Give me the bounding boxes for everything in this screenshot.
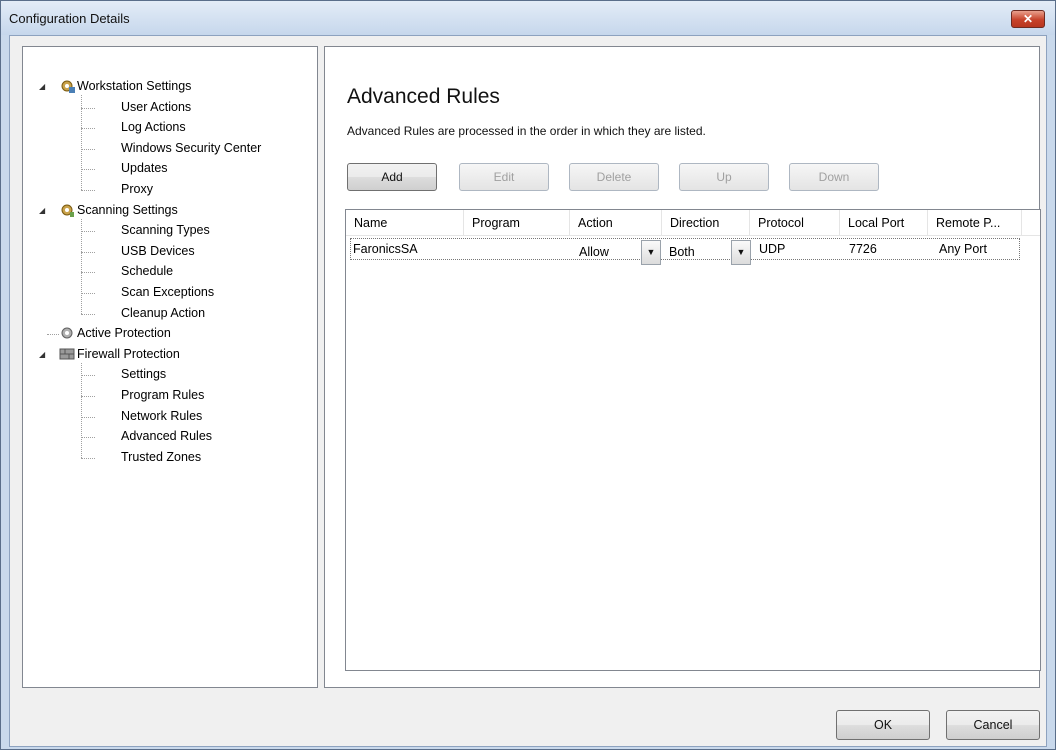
- tree-item-program-rules[interactable]: Program Rules: [121, 386, 204, 405]
- tree-item-schedule[interactable]: Schedule: [121, 262, 173, 281]
- tree-connector: [81, 218, 82, 314]
- tree-item-network-rules[interactable]: Network Rules: [121, 407, 202, 426]
- tree-connector: [81, 457, 95, 459]
- cancel-button[interactable]: Cancel: [946, 710, 1040, 740]
- ok-button[interactable]: OK: [836, 710, 930, 740]
- cell-action[interactable]: Allow: [579, 242, 609, 264]
- tree-item-scan-exceptions[interactable]: Scan Exceptions: [121, 283, 214, 302]
- tree-item-updates[interactable]: Updates: [121, 159, 168, 178]
- cell-direction[interactable]: Both: [669, 242, 695, 264]
- delete-button-label: Delete: [596, 170, 632, 184]
- action-dropdown-button[interactable]: ▼: [641, 240, 661, 265]
- tree-connector: [81, 148, 95, 150]
- cell-local-port[interactable]: 7726: [849, 239, 877, 261]
- tree-group-workstation-settings[interactable]: Workstation Settings: [77, 77, 191, 96]
- tree-connector: [81, 362, 82, 458]
- tree-group-scanning-settings[interactable]: Scanning Settings: [77, 201, 178, 220]
- tree-connector: [81, 128, 95, 130]
- active-protection-icon: [59, 325, 75, 341]
- tree-item-scanning-types[interactable]: Scanning Types: [121, 221, 210, 240]
- tree-connector: [81, 251, 95, 253]
- tree-connector: [81, 375, 95, 377]
- tree-connector: [81, 107, 95, 109]
- tree-item-settings[interactable]: Settings: [121, 365, 166, 384]
- tree-item-user-actions[interactable]: User Actions: [121, 98, 191, 117]
- settings-tree: ◢ Workstation Settings User Actions Log Act…: [22, 46, 318, 688]
- tree-connector: [81, 396, 95, 397]
- title-bar[interactable]: Configuration Details ✕: [1, 1, 1055, 35]
- tree-connector: [81, 272, 95, 274]
- edit-button[interactable]: Edit: [459, 163, 549, 191]
- tree-connector: [81, 293, 95, 294]
- column-header-local-port[interactable]: Local Port: [840, 210, 928, 236]
- tree-item-windows-security-center[interactable]: Windows Security Center: [121, 139, 261, 158]
- cell-protocol[interactable]: UDP: [759, 239, 785, 261]
- tree-connector: [81, 95, 82, 190]
- cell-remote-port[interactable]: Any Port: [939, 239, 987, 261]
- firewall-brick-icon: [59, 346, 75, 362]
- window-title: Configuration Details: [9, 11, 130, 26]
- tree-item-cleanup-action[interactable]: Cleanup Action: [121, 304, 205, 323]
- scanning-gear-icon: [59, 202, 75, 218]
- tree-group-active-protection[interactable]: Active Protection: [77, 324, 171, 343]
- down-button-label: Down: [818, 170, 850, 184]
- advanced-rules-panel: Advanced Rules Advanced Rules are proces…: [324, 46, 1041, 688]
- edit-button-label: Edit: [493, 170, 515, 184]
- grid-header: Name Program Action Direction Protocol L…: [346, 210, 1040, 236]
- tree-group-firewall-protection[interactable]: Firewall Protection: [77, 345, 180, 364]
- column-header-action[interactable]: Action: [570, 210, 662, 236]
- tree-item-trusted-zones[interactable]: Trusted Zones: [121, 448, 201, 467]
- down-button[interactable]: Down: [789, 163, 879, 191]
- tree-item-usb-devices[interactable]: USB Devices: [121, 242, 195, 261]
- column-header-name[interactable]: Name: [346, 210, 464, 236]
- dialog-client-area: ◢ Workstation Settings User Actions Log Act…: [9, 35, 1047, 747]
- rules-grid: Name Program Action Direction Protocol L…: [345, 209, 1041, 671]
- tree-expander-icon[interactable]: ◢: [39, 83, 47, 91]
- chevron-down-icon: ▼: [736, 247, 746, 257]
- tree-connector: [81, 416, 95, 418]
- delete-button[interactable]: Delete: [569, 163, 659, 191]
- tree-item-advanced-rules[interactable]: Advanced Rules: [121, 427, 212, 446]
- close-button[interactable]: ✕: [1011, 10, 1045, 28]
- column-header-program[interactable]: Program: [464, 210, 570, 236]
- tree-connector: [81, 231, 95, 233]
- tree-expander-icon[interactable]: ◢: [39, 206, 47, 215]
- tree-expander-icon[interactable]: ◢: [39, 350, 47, 359]
- tree-item-proxy[interactable]: Proxy: [121, 180, 153, 199]
- tree-item-log-actions[interactable]: Log Actions: [121, 118, 186, 137]
- column-header-protocol[interactable]: Protocol: [750, 210, 840, 236]
- tree-connector: [81, 313, 95, 315]
- table-row[interactable]: FaronicsSA Allow ▼ Both ▼ UDP 7726 Any P…: [350, 238, 1020, 265]
- configuration-details-window: Configuration Details ✕ ◢ Workstation Set…: [0, 0, 1056, 750]
- page-title: Advanced Rules: [347, 85, 500, 108]
- chevron-down-icon: ▼: [646, 247, 656, 257]
- column-header-remote-port[interactable]: Remote P...: [928, 210, 1022, 236]
- add-button[interactable]: Add: [347, 163, 437, 191]
- direction-dropdown-button[interactable]: ▼: [731, 240, 751, 265]
- up-button-label: Up: [716, 170, 732, 184]
- tree-connector: [81, 190, 95, 191]
- tree-connector: [81, 437, 95, 439]
- workstation-gear-icon: [59, 78, 75, 94]
- page-description: Advanced Rules are processed in the orde…: [347, 124, 706, 138]
- up-button[interactable]: Up: [679, 163, 769, 191]
- column-header-direction[interactable]: Direction: [662, 210, 750, 236]
- close-icon: ✕: [1022, 12, 1034, 26]
- tree-connector: [81, 169, 95, 171]
- add-button-label: Add: [381, 170, 403, 184]
- tree-connector: [47, 334, 59, 336]
- cell-name[interactable]: FaronicsSA: [353, 239, 418, 261]
